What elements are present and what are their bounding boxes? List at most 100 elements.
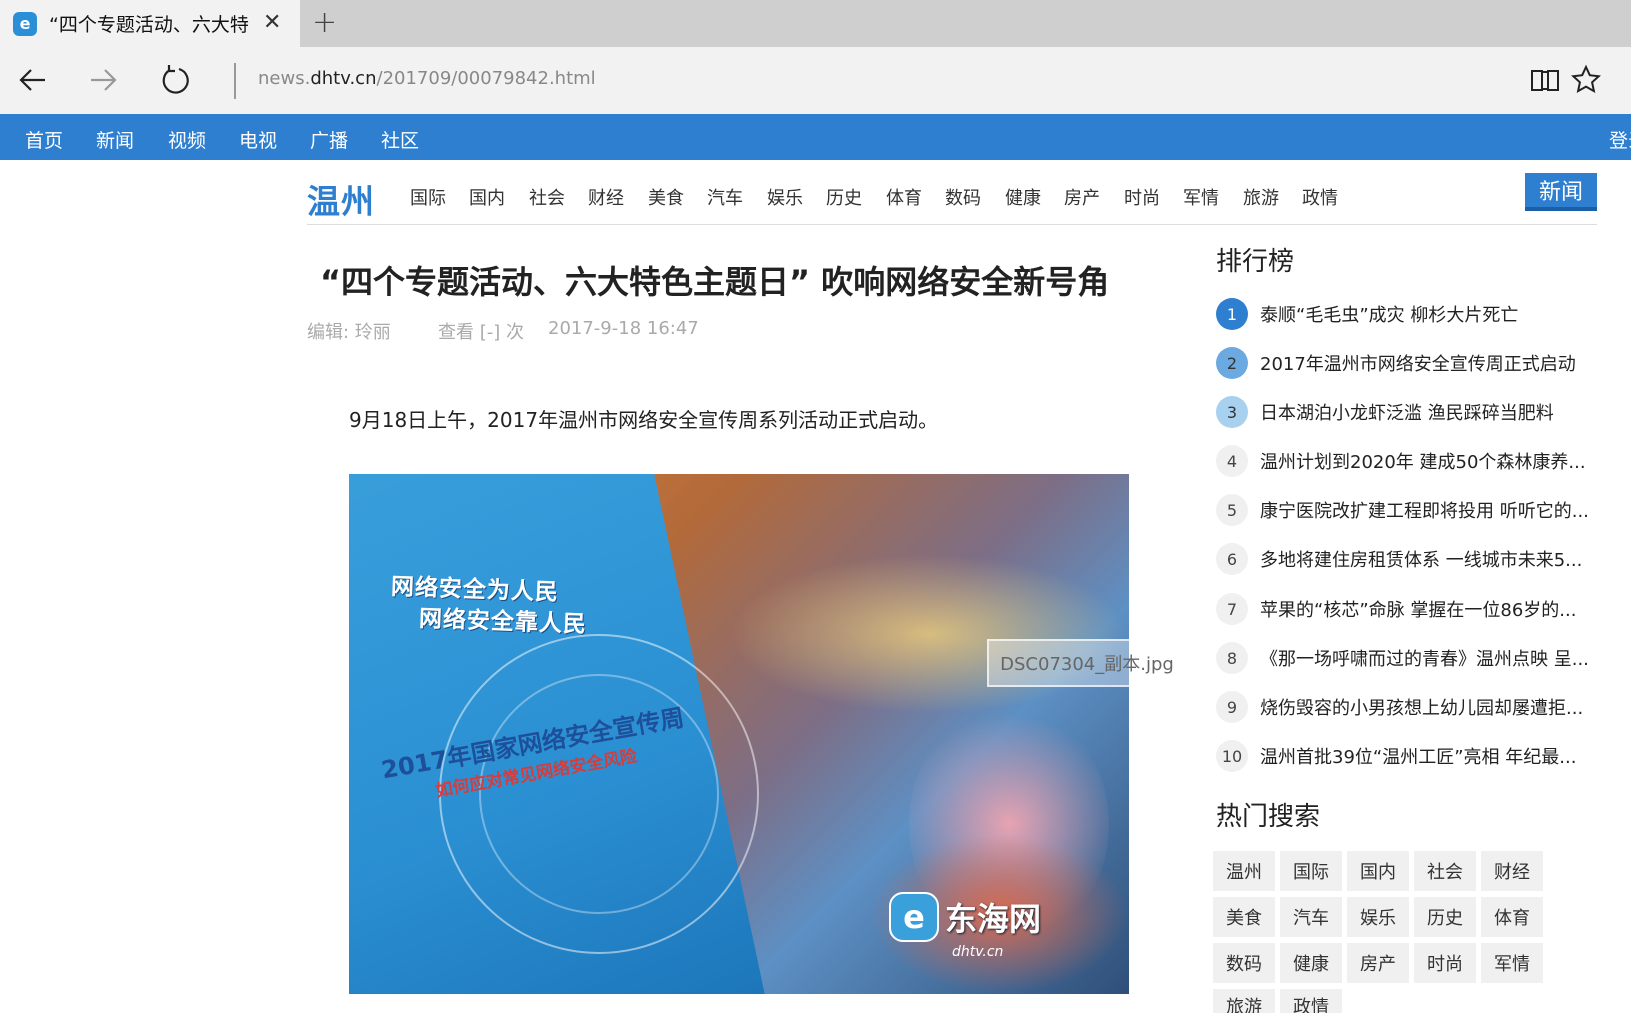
forward-icon[interactable] bbox=[80, 57, 126, 103]
rank-title: 温州计划到2020年 建成50个森林康养... bbox=[1260, 452, 1586, 473]
rank-number: 5 bbox=[1216, 494, 1248, 526]
hot-search-tag[interactable]: 财经 bbox=[1481, 851, 1543, 891]
favorite-star-icon[interactable] bbox=[1563, 57, 1609, 103]
channel-link[interactable]: 社会 bbox=[529, 184, 565, 210]
ranking-item[interactable]: 4 温州计划到2020年 建成50个森林康养... bbox=[1216, 444, 1596, 478]
channel-link[interactable]: 娱乐 bbox=[767, 184, 803, 210]
article-editor: 编辑: 玲丽 bbox=[307, 322, 391, 343]
photo-bokeh bbox=[729, 554, 1129, 714]
watermark-logo-icon: e bbox=[889, 892, 939, 942]
hot-search-tag[interactable]: 军情 bbox=[1481, 943, 1543, 983]
article-lead-paragraph: 9月18日上午，2017年温州市网络安全宣传周系列活动正式启动。 bbox=[349, 408, 939, 432]
site-nav-radio[interactable]: 广播 bbox=[310, 126, 348, 153]
rank-title: 康宁医院改扩建工程即将投用 听听它的... bbox=[1260, 501, 1589, 522]
address-bar: news.dhtv.cn/201709/00079842.html bbox=[0, 47, 1631, 114]
hot-search-tag[interactable]: 美食 bbox=[1213, 897, 1275, 937]
article-date: 2017-9-18 16:47 bbox=[548, 318, 699, 339]
ranking-heading: 排行榜 bbox=[1216, 247, 1295, 277]
channel-logo[interactable]: 温州 bbox=[307, 175, 375, 223]
rank-title: 泰顺“毛毛虫”成灾 柳杉大片死亡 bbox=[1260, 305, 1519, 326]
rank-number: 2 bbox=[1216, 347, 1248, 379]
rank-number: 3 bbox=[1216, 396, 1248, 428]
channel-link[interactable]: 财经 bbox=[588, 184, 624, 210]
site-nav-video[interactable]: 视频 bbox=[168, 126, 206, 153]
ranking-item[interactable]: 5 康宁医院改扩建工程即将投用 听听它的... bbox=[1216, 493, 1596, 527]
ranking-item[interactable]: 2 2017年温州市网络安全宣传周正式启动 bbox=[1216, 346, 1596, 380]
back-icon[interactable] bbox=[10, 57, 56, 103]
hot-search-tag[interactable]: 国内 bbox=[1347, 851, 1409, 891]
hot-search-heading: 热门搜索 bbox=[1216, 802, 1321, 832]
hot-search-tag[interactable]: 汽车 bbox=[1280, 897, 1342, 937]
photo-globe-ring bbox=[479, 674, 719, 914]
rank-number: 10 bbox=[1216, 740, 1248, 772]
rank-number: 8 bbox=[1216, 642, 1248, 674]
tab-title: “四个专题活动、六大特 bbox=[49, 14, 249, 36]
site-top-nav: 首页 新闻 视频 电视 广播 社区 登录 bbox=[0, 114, 1631, 160]
ranking-item[interactable]: 1 泰顺“毛毛虫”成灾 柳杉大片死亡 bbox=[1216, 297, 1596, 331]
photo-watermark: e 东海网 bbox=[889, 892, 1041, 942]
rank-number: 6 bbox=[1216, 543, 1248, 575]
site-nav-tv[interactable]: 电视 bbox=[239, 126, 277, 153]
channel-link[interactable]: 汽车 bbox=[707, 184, 743, 210]
hot-search-tag[interactable]: 数码 bbox=[1213, 943, 1275, 983]
ranking-item[interactable]: 8 《那一场呼啸而过的青春》温州点映 呈... bbox=[1216, 641, 1596, 675]
hot-search-tag[interactable]: 房产 bbox=[1347, 943, 1409, 983]
ranking-item[interactable]: 10 温州首批39位“温州工匠”亮相 年纪最... bbox=[1216, 739, 1596, 773]
channel-link[interactable]: 美食 bbox=[648, 184, 684, 210]
url-field[interactable]: news.dhtv.cn/201709/00079842.html bbox=[258, 68, 596, 89]
hot-search-tag[interactable]: 娱乐 bbox=[1347, 897, 1409, 937]
hot-search-tag[interactable]: 历史 bbox=[1414, 897, 1476, 937]
channel-link[interactable]: 体育 bbox=[886, 184, 922, 210]
hot-search-tag[interactable]: 体育 bbox=[1481, 897, 1543, 937]
ranking-item[interactable]: 6 多地将建住房租赁体系 一线城市未来5... bbox=[1216, 542, 1596, 576]
reading-view-icon[interactable] bbox=[1522, 57, 1568, 103]
channel-link[interactable]: 旅游 bbox=[1243, 184, 1279, 210]
rank-title: 温州首批39位“温州工匠”亮相 年纪最... bbox=[1260, 747, 1577, 768]
rank-title: 多地将建住房租赁体系 一线城市未来5... bbox=[1260, 550, 1583, 571]
channel-link[interactable]: 历史 bbox=[826, 184, 862, 210]
hot-search-tag[interactable]: 国际 bbox=[1280, 851, 1342, 891]
rank-title: 烧伤毁容的小男孩想上幼儿园却屡遭拒... bbox=[1260, 698, 1584, 719]
channel-link[interactable]: 数码 bbox=[945, 184, 981, 210]
rank-number: 9 bbox=[1216, 691, 1248, 723]
site-nav-home[interactable]: 首页 bbox=[25, 126, 63, 153]
article-title: “四个专题活动、六大特色主题日” 吹响网络安全新号角 bbox=[320, 263, 1110, 301]
site-nav-news[interactable]: 新闻 bbox=[96, 126, 134, 153]
url-prefix: news. bbox=[258, 68, 311, 89]
rank-number: 1 bbox=[1216, 298, 1248, 330]
ranking-item[interactable]: 9 烧伤毁容的小男孩想上幼儿园却屡遭拒... bbox=[1216, 690, 1596, 724]
url-domain: dhtv.cn bbox=[310, 68, 377, 89]
channel-divider bbox=[307, 224, 1597, 225]
ranking-item[interactable]: 7 苹果的“核芯”命脉 掌握在一位86岁的... bbox=[1216, 592, 1596, 626]
login-link[interactable]: 登录 bbox=[1609, 126, 1631, 153]
rank-number: 7 bbox=[1216, 593, 1248, 625]
refresh-icon[interactable] bbox=[152, 57, 198, 103]
channel-link[interactable]: 政情 bbox=[1302, 184, 1338, 210]
rank-title: 2017年温州市网络安全宣传周正式启动 bbox=[1260, 354, 1576, 375]
rank-number: 4 bbox=[1216, 445, 1248, 477]
hot-search-tag[interactable]: 旅游 bbox=[1213, 989, 1275, 1013]
hot-search-tag[interactable]: 时尚 bbox=[1414, 943, 1476, 983]
hot-search-tag[interactable]: 社会 bbox=[1414, 851, 1476, 891]
channel-link[interactable]: 时尚 bbox=[1124, 184, 1160, 210]
channel-link[interactable]: 房产 bbox=[1064, 184, 1100, 210]
site-favicon-icon: e bbox=[13, 11, 37, 36]
new-tab-icon[interactable]: + bbox=[312, 6, 337, 40]
hot-search-tag[interactable]: 健康 bbox=[1280, 943, 1342, 983]
channel-link[interactable]: 国际 bbox=[410, 184, 446, 210]
hot-search-tag[interactable]: 政情 bbox=[1280, 989, 1342, 1013]
rank-title: 日本湖泊小龙虾泛滥 渔民踩碎当肥料 bbox=[1260, 403, 1554, 424]
rank-title: 苹果的“核芯”命脉 掌握在一位86岁的... bbox=[1260, 600, 1577, 621]
close-tab-icon[interactable]: ✕ bbox=[263, 10, 281, 36]
article-photo: 网络安全为人民 网络安全靠人民 2017年国家网络安全宣传周 如何应对常见网络安… bbox=[349, 474, 1129, 994]
ranking-item[interactable]: 3 日本湖泊小龙虾泛滥 渔民踩碎当肥料 bbox=[1216, 395, 1596, 429]
browser-tab[interactable]: e “四个专题活动、六大特 ✕ bbox=[0, 0, 300, 47]
channel-news-badge[interactable]: 新闻 bbox=[1525, 173, 1597, 211]
channel-link[interactable]: 健康 bbox=[1005, 184, 1041, 210]
channel-link[interactable]: 国内 bbox=[469, 184, 505, 210]
site-nav-community[interactable]: 社区 bbox=[381, 126, 419, 153]
channel-link[interactable]: 军情 bbox=[1183, 184, 1219, 210]
watermark-name: 东海网 bbox=[945, 900, 1042, 938]
hot-search-tag[interactable]: 温州 bbox=[1213, 851, 1275, 891]
tab-bar: e “四个专题活动、六大特 ✕ + bbox=[0, 0, 1631, 47]
